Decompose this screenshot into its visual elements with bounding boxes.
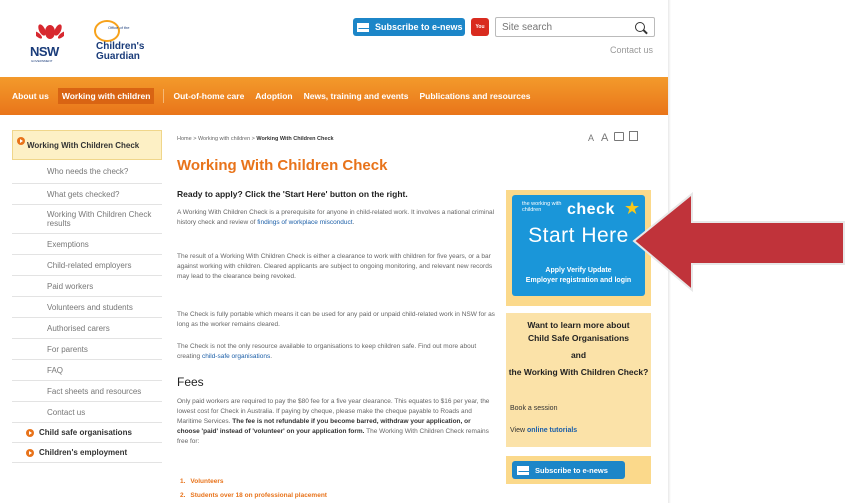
guardian-wordmark-line2: Guardian: [96, 51, 140, 62]
sidebar-item-paid-workers[interactable]: Paid workers: [12, 276, 162, 297]
cso-heading-line1: Want to learn more about: [527, 320, 630, 330]
breadcrumb-current: Working With Children Check: [256, 136, 334, 142]
cso-heading-line3: and: [570, 350, 587, 360]
intro-paragraph-end: .: [352, 219, 355, 226]
government-wordmark: GOVERNMENT: [31, 59, 53, 63]
wwc-small-label: the working with children: [522, 201, 562, 213]
sidebar-item-label: Working With Children Check: [27, 140, 140, 150]
apply-verify-update-links[interactable]: Apply Verify Update: [512, 267, 645, 274]
start-here-panel: the working with children check ★ Start …: [506, 190, 651, 306]
breadcrumb-parent[interactable]: Working with children: [198, 136, 250, 142]
page-title: Working With Children Check: [177, 157, 388, 174]
search-icon[interactable]: [635, 22, 645, 32]
fees-heading: Fees: [177, 375, 204, 389]
sidebar-item-who-needs[interactable]: Who needs the check?: [12, 160, 162, 184]
sidebar-item-label: Children's employment: [39, 448, 128, 457]
nav-adoption[interactable]: Adoption: [255, 91, 292, 101]
portable-paragraph: The Check is fully portable which means …: [177, 311, 495, 328]
red-arrow-annotation: [632, 192, 845, 293]
arrow-bullet-icon: [17, 137, 25, 145]
lead-text: Ready to apply? Click the 'Start Here' b…: [177, 189, 408, 199]
cso-heading-line4: the Working With Children Check?: [508, 367, 649, 377]
nav-working-with-children[interactable]: Working with children: [57, 88, 155, 104]
start-here-label: Start Here: [528, 224, 629, 247]
child-safe-organisations-panel: Want to learn more about Child Safe Orga…: [506, 313, 651, 447]
youtube-icon[interactable]: You Tube: [471, 18, 489, 48]
guardian-ring-icon: [94, 20, 120, 42]
waratah-icon: [36, 24, 64, 39]
breadcrumb: Home > Working with children > Working W…: [177, 136, 334, 142]
sidebar-item-check-results[interactable]: Working With Children Check results: [12, 205, 162, 234]
nav-news-training-events[interactable]: News, training and events: [304, 91, 409, 101]
cso-heading: Want to learn more about Child Safe Orga…: [506, 319, 651, 379]
sidebar-item-authorised-carers[interactable]: Authorised carers: [12, 318, 162, 339]
list-item-label: Volunteers: [190, 478, 224, 485]
main-nav: About us Working with children Out-of-ho…: [0, 77, 670, 115]
guardian-wordmark: Children's Guardian: [96, 42, 145, 62]
childrens-guardian-logo[interactable]: Office of the Children's Guardian: [88, 20, 168, 65]
fees-paragraph: Only paid workers are required to pay th…: [177, 397, 495, 447]
site-search: [495, 17, 655, 37]
child-safe-organisations-link[interactable]: child-safe organisations: [202, 353, 270, 360]
intro-paragraph: A Working With Children Check is a prere…: [177, 208, 495, 228]
online-tutorials-link[interactable]: View online tutorials: [510, 427, 577, 434]
contact-us-link[interactable]: Contact us: [610, 45, 653, 55]
text-size-large-button[interactable]: A: [601, 132, 608, 144]
print-icon[interactable]: [614, 132, 625, 141]
nav-publications-resources[interactable]: Publications and resources: [419, 91, 530, 101]
start-here-button[interactable]: the working with children check ★ Start …: [512, 195, 645, 296]
subscribe-enews-label: Subscribe to e-news: [375, 22, 463, 32]
page-tools: A A: [588, 131, 639, 144]
list-item: 1. Volunteers: [180, 478, 224, 485]
sidebar: Working With Children Check Who needs th…: [12, 130, 162, 463]
view-label: View: [510, 427, 527, 434]
nav-separator: [163, 89, 165, 103]
breadcrumb-separator: >: [193, 136, 197, 142]
arrow-bullet-icon: [26, 428, 34, 437]
arrow-bullet-icon: [26, 448, 34, 457]
nav-out-of-home-care[interactable]: Out-of-home care: [173, 91, 244, 101]
sidebar-item-childrens-employment[interactable]: Children's employment: [12, 443, 162, 463]
resource-paragraph-end: .: [270, 353, 273, 360]
result-paragraph: The result of a Working With Children Ch…: [177, 253, 493, 280]
list-item: 2. Students over 18 on professional place…: [180, 492, 327, 499]
list-item-label: Students over 18 on professional placeme…: [190, 492, 327, 499]
nsw-wordmark: NSW: [30, 44, 59, 59]
sidebar-item-volunteers-students[interactable]: Volunteers and students: [12, 297, 162, 318]
sidebar-item-child-related-employers[interactable]: Child-related employers: [12, 255, 162, 276]
employer-registration-link[interactable]: Employer registration and login: [512, 277, 645, 284]
tutorials-label: online tutorials: [527, 427, 578, 434]
nsw-government-logo[interactable]: NSW GOVERNMENT: [30, 20, 70, 65]
text-size-small-button[interactable]: A: [588, 133, 594, 143]
resource-paragraph: The Check is not the only resource avail…: [177, 342, 495, 362]
book-session-link[interactable]: Book a session: [510, 405, 557, 412]
cso-heading-line2: Child Safe Organisations: [527, 333, 630, 343]
sidebar-item-faq[interactable]: FAQ: [12, 360, 162, 381]
nav-about-us[interactable]: About us: [12, 91, 49, 101]
search-input[interactable]: [502, 21, 627, 34]
office-of-the-label: Office of the: [108, 25, 130, 30]
findings-misconduct-link[interactable]: findings of workplace misconduct: [257, 219, 352, 226]
sidebar-item-child-safe-organisations[interactable]: Child safe organisations: [12, 423, 162, 443]
check-wordmark: check: [567, 201, 615, 218]
sidebar-item-label: Child safe organisations: [39, 428, 132, 437]
pdf-icon[interactable]: [629, 131, 639, 141]
subscribe-enews-label: Subscribe to e-news: [535, 465, 608, 475]
breadcrumb-separator: >: [251, 136, 255, 142]
subscribe-enews-panel: Subscribe to e-news: [506, 456, 651, 484]
sidebar-item-exemptions[interactable]: Exemptions: [12, 234, 162, 255]
breadcrumb-home[interactable]: Home: [177, 136, 192, 142]
subscribe-enews-button[interactable]: Subscribe to e-news: [353, 18, 465, 36]
subscribe-enews-button-bottom[interactable]: Subscribe to e-news: [512, 461, 625, 479]
sidebar-item-fact-sheets[interactable]: Fact sheets and resources: [12, 381, 162, 402]
sidebar-item-working-with-children-check[interactable]: Working With Children Check: [12, 130, 162, 160]
mail-icon: [517, 465, 529, 475]
sidebar-item-for-parents[interactable]: For parents: [12, 339, 162, 360]
page: NSW GOVERNMENT Office of the Children's …: [0, 0, 670, 503]
sidebar-item-what-gets-checked[interactable]: What gets checked?: [12, 184, 162, 205]
mail-icon: [357, 22, 369, 32]
sidebar-item-contact-us[interactable]: Contact us: [12, 402, 162, 423]
